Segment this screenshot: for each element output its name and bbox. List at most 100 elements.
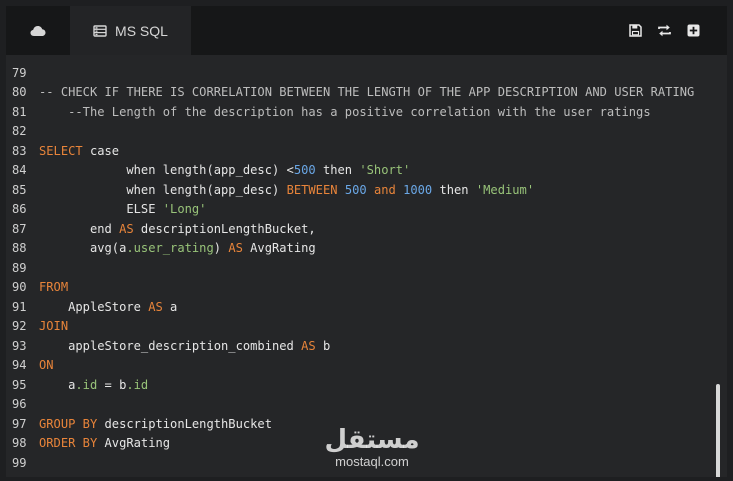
tab-label: MS SQL <box>115 22 168 39</box>
code-token: descriptionLengthBucket, <box>133 221 316 236</box>
tab-cloud[interactable] <box>6 6 70 55</box>
line-number: 88 <box>12 241 27 255</box>
code-line[interactable]: 97 GROUP BY descriptionLengthBucket <box>6 415 272 435</box>
save-button[interactable] <box>627 22 643 38</box>
line-number: 93 <box>12 338 27 353</box>
code-token: ) <box>213 241 229 255</box>
line-number: 82 <box>12 124 27 138</box>
code-token: avg(a <box>39 241 127 255</box>
line-number: 84 <box>12 163 27 177</box>
code-editor[interactable]: 79 80 -- CHECK IF THERE IS CORRELATION BET… <box>6 55 727 477</box>
line-source: FROM <box>39 278 68 298</box>
line-number: 94 <box>12 358 27 372</box>
code-token: a <box>162 299 178 314</box>
code-line[interactable]: 85 when length(app_desc) BETWEEN 500 and… <box>6 181 534 201</box>
code-line[interactable]: 88 avg(a.user_rating) AS AvgRating <box>6 239 316 259</box>
code-line[interactable]: 84 when length(app_desc) <500 then 'Shor… <box>6 161 410 181</box>
watermark-arabic: مستقل <box>324 425 420 455</box>
plus-square-icon <box>687 24 699 36</box>
line-source: SELECT case <box>39 142 119 162</box>
code-line[interactable]: 91 AppleStore AS a <box>6 298 177 318</box>
line-number: 90 <box>12 280 27 294</box>
line-source: end AS descriptionLengthBucket, <box>39 220 316 240</box>
line-number: 80 <box>12 85 27 99</box>
line-number: 95 <box>12 377 27 392</box>
code-token: BETWEEN <box>286 182 338 197</box>
code-line[interactable]: 93 appleStore_description_combined AS b <box>6 337 330 357</box>
code-token: when length(app_desc) <box>39 182 287 197</box>
line-source: ON <box>39 356 54 376</box>
swap-button[interactable] <box>656 22 672 38</box>
line-source: when length(app_desc) BETWEEN 500 and 10… <box>39 181 534 201</box>
line-number: 87 <box>12 221 27 236</box>
line-number: 86 <box>12 202 27 216</box>
code-line[interactable]: 79 <box>6 64 39 84</box>
code-token: .user_rating <box>126 241 214 255</box>
code-line[interactable]: 82 <box>6 122 39 142</box>
code-token: then <box>315 163 360 177</box>
code-line[interactable]: 94 ON <box>6 356 54 376</box>
code-line[interactable]: 98 ORDER BY AvgRating <box>6 434 170 454</box>
cloud-icon <box>30 25 46 36</box>
code-token: appleStore_description_combined <box>39 338 302 353</box>
code-token: descriptionLengthBucket <box>97 416 272 431</box>
code-line[interactable]: 95 a.id = b.id <box>6 376 148 396</box>
line-number: 85 <box>12 182 27 197</box>
code-token: then <box>432 182 476 197</box>
code-line[interactable]: 83 SELECT case <box>6 142 119 162</box>
line-source: -- CHECK IF THERE IS CORRELATION BETWEEN… <box>39 83 694 103</box>
line-source: appleStore_description_combined AS b <box>39 337 330 357</box>
code-line[interactable]: 86 ELSE 'Long' <box>6 200 206 220</box>
code-line[interactable]: 99 <box>6 454 39 474</box>
code-line[interactable]: 96 <box>6 395 39 415</box>
code-token: ORDER BY <box>39 436 98 450</box>
code-token: a <box>39 377 76 392</box>
swap-arrows-icon <box>657 24 671 36</box>
code-token: 500 <box>293 163 316 177</box>
code-token: AS <box>148 299 163 314</box>
code-token: and <box>373 182 396 197</box>
line-number: 83 <box>12 143 27 158</box>
code-token: .id <box>75 377 98 392</box>
line-number: 79 <box>12 65 27 80</box>
code-token: .id <box>126 377 149 392</box>
line-number: 92 <box>12 319 27 333</box>
line-number: 91 <box>12 299 27 314</box>
code-token: --The Length of the description has a po… <box>39 104 651 119</box>
code-line[interactable]: 89 <box>6 259 39 279</box>
line-number: 98 <box>12 436 27 450</box>
add-button[interactable] <box>685 22 701 38</box>
code-token: 'Medium' <box>475 182 535 197</box>
code-line[interactable]: 80 -- CHECK IF THERE IS CORRELATION BETWE… <box>6 83 694 103</box>
code-token: case <box>82 143 120 158</box>
line-source: AppleStore AS a <box>39 298 177 318</box>
code-token: 1000 <box>403 182 433 197</box>
tab-bar: MS SQL <box>6 6 727 55</box>
code-line[interactable]: 81 --The Length of the description has a… <box>6 103 651 123</box>
code-token: SELECT <box>39 143 83 158</box>
watermark: مستقل mostaql.com <box>324 426 420 470</box>
tab-ms-sql[interactable]: MS SQL <box>70 6 191 55</box>
floppy-disk-icon <box>628 23 642 37</box>
code-token: GROUP BY <box>39 416 98 431</box>
line-number: 89 <box>12 260 27 275</box>
line-source: --The Length of the description has a po… <box>39 103 651 123</box>
code-token: when length(app_desc) < <box>39 163 294 177</box>
editor-window: MS SQL 79 80 -- CHECK IF THERE IS CORREL… <box>6 6 727 477</box>
code-token: b <box>315 338 331 353</box>
code-token: JOIN <box>39 319 69 333</box>
code-token: ON <box>39 358 54 372</box>
code-line[interactable]: 87 end AS descriptionLengthBucket, <box>6 220 316 240</box>
line-number: 81 <box>12 104 27 119</box>
vertical-scrollbar[interactable] <box>716 384 720 477</box>
code-token: AppleStore <box>39 299 149 314</box>
code-token: AS <box>301 338 316 353</box>
line-number: 99 <box>12 455 27 470</box>
line-source: avg(a.user_rating) AS AvgRating <box>39 239 316 259</box>
code-line[interactable]: 90 FROM <box>6 278 68 298</box>
code-line[interactable]: 92 JOIN <box>6 317 68 337</box>
line-number: 96 <box>12 397 27 411</box>
code-token: AvgRating <box>97 436 171 450</box>
